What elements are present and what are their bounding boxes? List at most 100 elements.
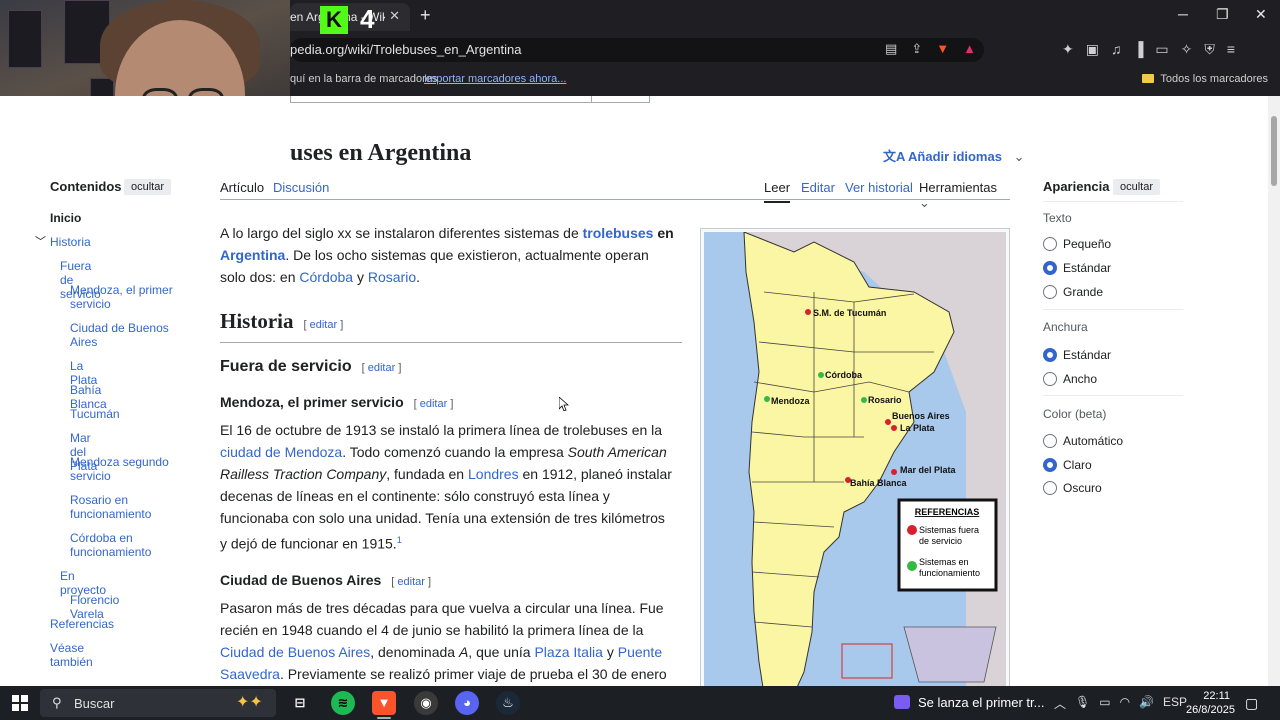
chevron-down-icon: ⌄ — [1013, 149, 1025, 164]
tab-edit[interactable]: Editar — [801, 180, 835, 195]
tab-article[interactable]: Artículo — [220, 180, 264, 195]
reference-1[interactable]: 1 — [397, 535, 402, 545]
edit-link[interactable]: editar — [397, 576, 425, 588]
all-bookmarks-label: Todos los marcadores — [1160, 73, 1268, 85]
brave-shields-icon[interactable]: ▼ — [936, 41, 949, 57]
edit-link[interactable]: editar — [310, 319, 338, 331]
volume-icon[interactable]: 🔊 — [1139, 695, 1154, 712]
radio-label: Pequeño — [1063, 237, 1112, 251]
toc-item-tucuman[interactable]: Tucumán — [70, 407, 120, 421]
radio-icon — [1043, 348, 1057, 362]
text: . De los ocho sistemas que existieron, a… — [220, 247, 649, 285]
toc-hide-button[interactable]: ocultar — [124, 179, 172, 195]
argentina-map: REFERENCIAS Sistemas fuera de servicio S… — [704, 231, 1006, 686]
tab-read[interactable]: Leer — [764, 180, 791, 203]
toc-item-historia[interactable]: Historia — [50, 235, 91, 249]
minimize-button[interactable]: ─ — [1178, 6, 1188, 22]
all-bookmarks-button[interactable]: Todos los marcadores — [1142, 73, 1268, 85]
bracket: [ — [391, 576, 395, 588]
url-text[interactable]: pedia.org/wiki/Trolebuses_en_Argentina — [290, 42, 522, 57]
search-box-edge[interactable] — [290, 96, 650, 103]
spotify-icon[interactable]: ≋ — [331, 691, 355, 715]
tab-tools[interactable]: Herramientas ⌄ — [919, 180, 1010, 211]
toc-item-cordoba[interactable]: Córdoba en funcionamiento — [70, 531, 160, 559]
obs-icon[interactable]: ◉ — [414, 691, 438, 715]
notification-center-icon[interactable]: ▢ — [1245, 695, 1258, 712]
taskbar-search[interactable]: ⚲ Buscar ✦✦ — [40, 689, 276, 717]
link-ciudad-de-mendoza[interactable]: ciudad de Mendoza — [220, 444, 342, 460]
import-bookmarks-link[interactable]: Importar marcadores ahora... — [424, 73, 566, 85]
reader-mode-icon[interactable]: ▤ — [885, 41, 897, 57]
buenos-aires-paragraph: Pasaron más de tres décadas para que vue… — [220, 597, 675, 686]
microphone-icon[interactable]: 🎙 — [1075, 695, 1090, 712]
edit-link[interactable]: editar — [368, 362, 396, 374]
toc-item-cba[interactable]: Ciudad de Buenos Aires — [70, 321, 180, 349]
language-indicator[interactable]: ESP — [1163, 695, 1187, 712]
toc-item-vease[interactable]: Véase también — [50, 641, 93, 669]
tab-history[interactable]: Ver historial — [845, 180, 913, 195]
steam-icon[interactable]: ♨ — [496, 691, 520, 715]
radio-text-standard[interactable]: Estándar — [1043, 261, 1111, 275]
discord-icon[interactable]: ◕ — [455, 691, 479, 715]
text: . Todo comenzó cuando la empresa — [342, 444, 568, 460]
link-cordoba[interactable]: Córdoba — [299, 269, 353, 285]
windows-start-icon[interactable] — [12, 695, 28, 711]
task-view-icon[interactable]: ⊟ — [288, 691, 312, 715]
toc-item-inicio[interactable]: Inicio — [50, 211, 81, 225]
scroll-thumb[interactable] — [1271, 116, 1277, 186]
argentina-map-figure[interactable]: REFERENCIAS Sistemas fuera de servicio S… — [700, 228, 1010, 686]
leo-ai-icon[interactable]: ✧ — [1181, 41, 1193, 58]
menu-icon[interactable]: ≡ — [1227, 41, 1235, 58]
toc-item-mendoza2[interactable]: Mendoza segundo servicio — [70, 455, 180, 483]
chevron-down-icon[interactable]: ﹀ — [35, 233, 46, 249]
music-icon[interactable]: ♫ — [1111, 41, 1122, 58]
wallet-icon-2[interactable]: ▭ — [1155, 41, 1168, 58]
radio-label: Ancho — [1063, 372, 1098, 386]
radio-width-wide[interactable]: Ancho — [1043, 372, 1097, 386]
text: , denominada — [370, 644, 459, 660]
link-trolebuses[interactable]: trolebuses — [583, 225, 654, 241]
legend-label-in-2: funcionamiento — [919, 568, 980, 578]
radio-width-standard[interactable]: Estándar — [1043, 348, 1111, 362]
tab-close-icon[interactable]: ✕ — [389, 8, 400, 24]
edit-link[interactable]: editar — [420, 398, 448, 410]
wifi-icon[interactable]: ◠ — [1120, 695, 1130, 712]
radio-icon — [1043, 285, 1057, 299]
maximize-button[interactable]: ❐ — [1216, 6, 1229, 23]
share-icon[interactable]: ⇪ — [911, 41, 922, 57]
add-languages-button[interactable]: 文A Añadir idiomas ⌄ — [883, 146, 1025, 165]
radio-color-light[interactable]: Claro — [1043, 458, 1092, 472]
link-londres[interactable]: Londres — [468, 466, 519, 482]
radio-color-dark[interactable]: Oscuro — [1043, 481, 1102, 495]
brave-rewards-icon[interactable]: ▲ — [963, 41, 976, 57]
browser-tab[interactable]: en Argentina - Wikipedia ✕ — [290, 3, 410, 31]
page-tabs: Artículo Discusión Leer Editar Ver histo… — [220, 172, 1010, 210]
taskbar-clock[interactable]: 22:11 26/8/2025 — [1186, 689, 1235, 717]
toc-item-referencias[interactable]: Referencias — [50, 617, 114, 631]
tab-discussion[interactable]: Discusión — [273, 180, 329, 195]
page-scrollbar[interactable] — [1268, 96, 1280, 686]
toc-item-mendoza[interactable]: Mendoza, el primer servicio — [70, 283, 180, 311]
toc-item-rosario[interactable]: Rosario en funcionamiento — [70, 493, 160, 521]
radio-color-auto[interactable]: Automático — [1043, 434, 1123, 448]
link-plaza-italia[interactable]: Plaza Italia — [534, 644, 602, 660]
sidebar-icon[interactable]: ▐ — [1133, 41, 1143, 58]
close-window-button[interactable]: ✕ — [1255, 6, 1267, 23]
taskbar-notification[interactable]: Se lanza el primer tr... — [894, 695, 1044, 710]
chevron-up-icon[interactable]: ︿ — [1054, 695, 1066, 712]
link-argentina[interactable]: Argentina — [220, 247, 285, 263]
address-bar[interactable]: pedia.org/wiki/Trolebuses_en_Argentina ▤… — [290, 38, 984, 62]
wallet-icon[interactable]: ▣ — [1086, 41, 1099, 58]
page-title: uses en Argentina — [290, 140, 472, 166]
brave-icon[interactable]: ▼ — [372, 691, 396, 715]
link-rosario[interactable]: Rosario — [368, 269, 416, 285]
radio-text-large[interactable]: Grande — [1043, 285, 1103, 299]
city-dot-tucuman — [805, 309, 811, 315]
radio-text-small[interactable]: Pequeño — [1043, 237, 1111, 251]
vpn-icon[interactable]: ⛨ — [1204, 41, 1215, 58]
appearance-hide-button[interactable]: ocultar — [1113, 179, 1161, 195]
battery-icon[interactable]: ▭ — [1099, 695, 1110, 712]
extensions-icon[interactable]: ✦ — [1062, 41, 1074, 58]
link-ciudad-de-buenos-aires[interactable]: Ciudad de Buenos Aires — [220, 644, 370, 660]
new-tab-button[interactable]: + — [420, 5, 431, 26]
